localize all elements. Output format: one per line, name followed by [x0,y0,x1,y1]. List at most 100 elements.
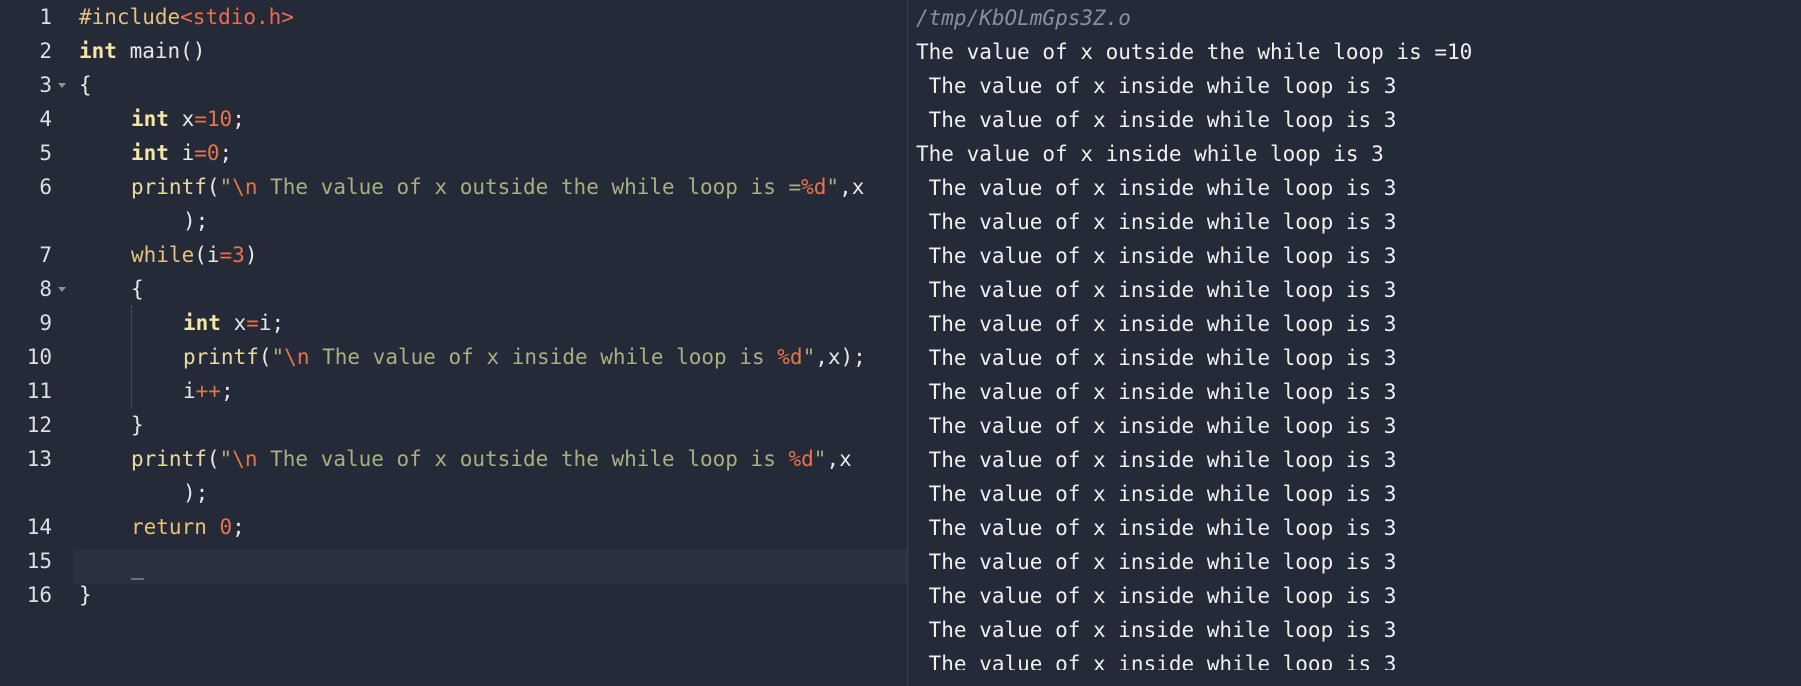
operator-token: = [246,311,259,335]
output-line: The value of x inside while loop is 3 [916,346,1397,370]
output-scroll-area[interactable]: /tmp/KbOLmGps3Z.o The value of x outside… [908,0,1801,670]
code-token: { [79,73,92,97]
type-token: int [131,141,169,165]
indent-guide [131,306,132,408]
operator-token: ++ [195,379,221,403]
text-cursor [131,578,144,580]
code-line-6[interactable]: printf("\n The value of x outside the wh… [131,170,864,204]
code-token: { [131,277,144,301]
string-token: " [271,345,285,369]
code-line-11[interactable]: i++; [183,374,234,408]
keyword-token: while [131,243,195,267]
code-token: ; [220,379,234,403]
string-token: The value of x outside the while loop is… [257,175,802,199]
code-editor[interactable]: 1 2 3 4 5 6 7 8 9 10 11 12 13 14 15 16 #… [0,0,908,686]
line-number: 15 [26,549,52,573]
code-token: ; [232,515,245,539]
code-line-2[interactable]: int main() [79,34,205,68]
code-token: ( [206,175,220,199]
code-line-8[interactable]: { [131,272,144,306]
code-token: ; [232,107,245,131]
number-token: 0 [206,141,220,165]
string-token: " [219,175,233,199]
code-token: ( [258,345,272,369]
code-line-13-wrap[interactable]: ); [183,476,208,510]
code-token: } [131,413,144,437]
include-token: <stdio.h> [180,5,294,29]
code-line-12[interactable]: } [131,408,144,442]
output-line: The value of x inside while loop is 3 [916,584,1397,608]
code-token: ,x [839,175,865,199]
line-number: 13 [26,447,52,471]
line-number-gutter: 1 2 3 4 5 6 7 8 9 10 11 12 13 14 15 16 [0,0,72,686]
active-line-highlight [74,550,907,584]
number-token: 0 [206,515,233,539]
string-token: " [219,447,233,471]
code-token: i [168,141,195,165]
line-number: 7 [39,243,52,267]
code-line-1[interactable]: #include<stdio.h> [79,0,294,34]
output-line: The value of x inside while loop is 3 [916,176,1397,200]
type-token: int [79,39,117,63]
code-token: x [168,107,195,131]
type-token: int [131,107,169,131]
line-number: 10 [26,345,52,369]
format-token: %d [788,447,814,471]
output-line: The value of x inside while loop is 3 [916,278,1397,302]
output-line: The value of x inside while loop is 3 [916,618,1397,642]
code-line-7[interactable]: while(i=3) [131,238,257,272]
output-line: The value of x inside while loop is 3 [916,108,1397,132]
code-line-9[interactable]: int x=i; [183,306,284,340]
output-line: The value of x inside while loop is 3 [916,482,1397,506]
function-token: printf [131,175,207,199]
output-line: The value of x inside while loop is 3 [916,380,1397,404]
code-line-6-wrap[interactable]: ); [183,204,208,238]
output-line: The value of x outside the while loop is… [916,40,1473,64]
line-number: 16 [26,583,52,607]
code-token: i; [258,311,285,335]
line-number: 6 [39,175,52,199]
code-token: i [183,379,196,403]
output-line: The value of x inside while loop is 3 [916,414,1397,438]
number-token: 10 [206,107,233,131]
format-token: %d [777,345,803,369]
fold-arrow-icon[interactable] [58,83,66,88]
function-token: printf [183,345,259,369]
line-number: 3 [39,73,52,97]
output-panel[interactable]: /tmp/KbOLmGps3Z.o The value of x outside… [908,0,1801,686]
output-line: The value of x inside while loop is 3 [916,312,1397,336]
code-line-10[interactable]: printf("\n The value of x inside while l… [183,340,866,374]
escape-token: \n [232,447,258,471]
string-token: " [826,175,840,199]
code-token: ,x [826,447,852,471]
output-line: The value of x inside while loop is 3 [916,652,1397,670]
output-line: The value of x inside while loop is 3 [916,74,1397,98]
line-number: 8 [39,277,52,301]
preprocessor-token: #include [79,5,181,29]
line-number: 2 [39,39,52,63]
format-token: %d [801,175,827,199]
code-line-13[interactable]: printf("\n The value of x outside the wh… [131,442,852,476]
code-line-3[interactable]: { [79,68,92,102]
line-number: 4 [39,107,52,131]
code-line-14[interactable]: return 0; [131,510,245,544]
keyword-token: return [131,515,207,539]
line-number: 14 [26,515,52,539]
function-token: printf [131,447,207,471]
string-token: " [802,345,816,369]
operator-token: = [194,107,207,131]
operator-token: = [194,141,207,165]
line-number: 11 [26,379,52,403]
output-line: The value of x inside while loop is 3 [916,210,1397,234]
code-token: } [79,583,92,607]
output-line: The value of x inside while loop is 3 [916,550,1397,574]
code-line-16[interactable]: } [79,578,92,612]
fold-arrow-icon[interactable] [58,287,66,292]
code-token: ( [206,447,220,471]
code-line-5[interactable]: int i=0; [131,136,232,170]
output-line: The value of x inside while loop is 3 [916,448,1397,472]
escape-token: \n [284,345,310,369]
code-line-4[interactable]: int x=10; [131,102,245,136]
string-token: The value of x outside the while loop is [257,447,789,471]
line-number: 5 [39,141,52,165]
